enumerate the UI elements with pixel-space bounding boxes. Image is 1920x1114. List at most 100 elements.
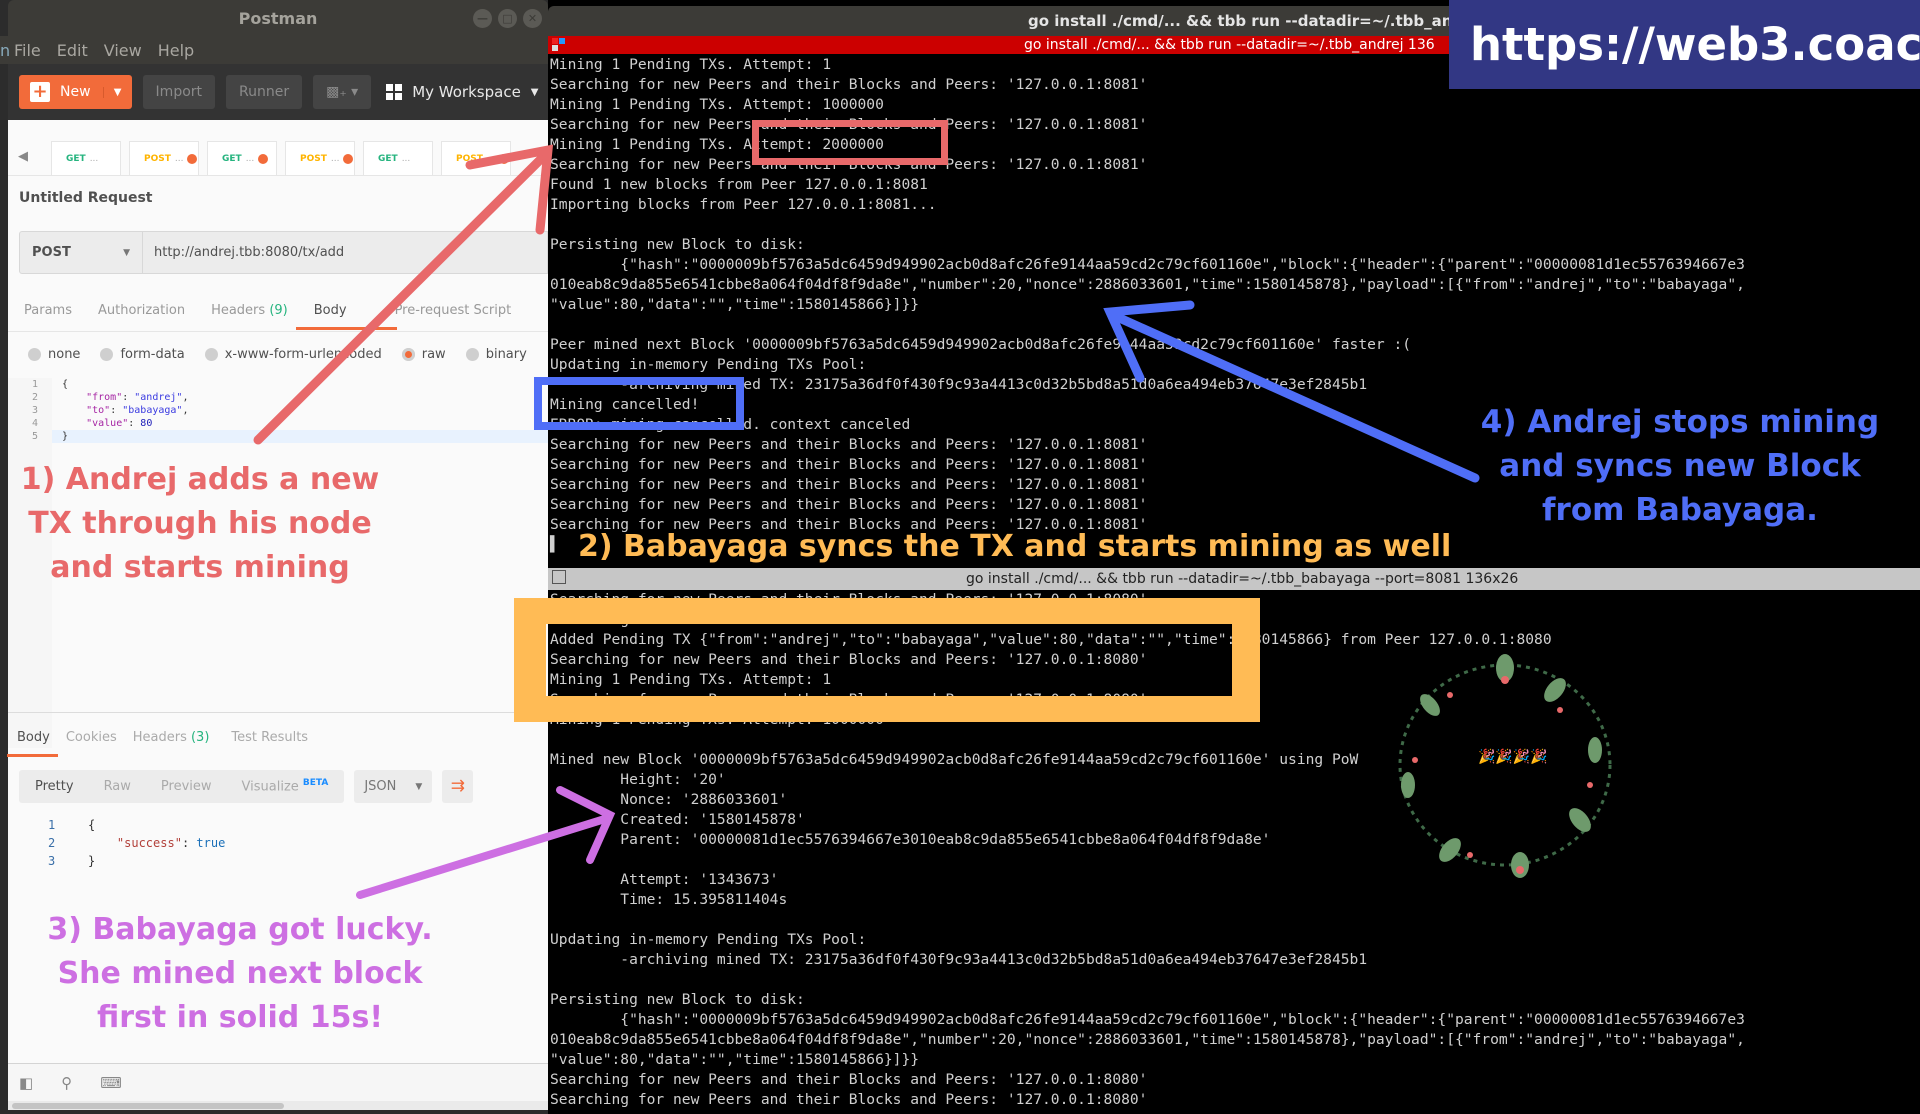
- postman-titlebar: Postman — □ ✕: [8, 0, 548, 36]
- request-tab[interactable]: GET...: [363, 141, 433, 175]
- terminal-line: {"hash":"0000009bf5763a5dc6459d949902acb…: [550, 1011, 1745, 1028]
- menu-view[interactable]: View: [104, 41, 142, 60]
- headers-count: (9): [269, 303, 288, 318]
- tab-headers[interactable]: Headers (9): [211, 303, 288, 318]
- terminal-line: 010eab8c9da855e6541cbbe8a064f04df8f9da8e…: [550, 1031, 1745, 1048]
- party-emoji: 🎉🎉🎉🎉:: [1478, 749, 1553, 765]
- terminal-line: Persisting new Block to disk:: [550, 236, 805, 253]
- resp-tab-test-results[interactable]: Test Results: [231, 730, 308, 745]
- tab-authorization[interactable]: Authorization: [98, 303, 185, 318]
- resp-tab-body[interactable]: Body: [7, 730, 58, 757]
- terminal-line: Found 1 new blocks from Peer 127.0.0.1:8…: [550, 176, 928, 193]
- terminal-line: Time: 15.395811404s: [550, 891, 788, 908]
- status-bar: ◧ ⚲ ⌨: [8, 1063, 548, 1101]
- radio-binary[interactable]: binary: [465, 347, 527, 362]
- url-input[interactable]: http://andrej.tbb:8080/tx/add: [143, 232, 344, 273]
- tab-method: GET: [378, 153, 398, 164]
- tab-method: GET: [66, 153, 86, 164]
- tab-title: go install ./cmd/... && tbb run --datadi…: [966, 571, 1519, 587]
- unsaved-dot-icon: [258, 153, 269, 164]
- terminal-tab-babayaga[interactable]: go install ./cmd/... && tbb run --datadi…: [548, 568, 1920, 590]
- format-value: JSON: [364, 779, 397, 794]
- search-icon[interactable]: ⚲: [61, 1074, 72, 1092]
- body-mode-radios: none form-data x-www-form-urlencoded raw…: [28, 347, 527, 362]
- chevron-down-icon: ▼: [530, 86, 539, 98]
- annotation-step3: 3) Babayaga got lucky. She mined next bl…: [47, 912, 433, 1035]
- window-controls: — □ ✕: [473, 9, 542, 28]
- import-button[interactable]: Import: [142, 75, 216, 109]
- unsaved-dot-icon: [187, 153, 198, 164]
- request-tab[interactable]: POST...: [285, 141, 355, 175]
- format-select[interactable]: JSON ▼: [354, 770, 433, 803]
- menu-file[interactable]: File: [14, 41, 41, 60]
- radio-none[interactable]: none: [28, 347, 80, 362]
- maximize-icon[interactable]: □: [498, 9, 517, 28]
- radio-urlencoded[interactable]: x-www-form-urlencoded: [204, 347, 382, 362]
- brand-banner[interactable]: https://web3.coach: [1449, 0, 1920, 89]
- wreath-decoration: [1398, 654, 1612, 878]
- runner-button[interactable]: Runner: [226, 75, 303, 109]
- request-body-editor[interactable]: 1 2 3 4 5 { "from": "andrej", "to": "bab…: [8, 378, 548, 748]
- new-window-icon: ▩₊ ▾: [326, 84, 359, 100]
- menu-bar: n File Edit View Help: [0, 36, 548, 64]
- terminal-line: Searching for new Peers and their Blocks…: [550, 116, 1148, 133]
- chevron-down-icon[interactable]: ▼: [102, 86, 132, 98]
- horizontal-scrollbar[interactable]: [8, 1101, 548, 1110]
- menu-edit[interactable]: Edit: [57, 41, 88, 60]
- view-pretty[interactable]: Pretty: [35, 779, 74, 794]
- view-raw[interactable]: Raw: [104, 779, 131, 794]
- tab-method: POST: [144, 153, 171, 164]
- resp-tab-cookies[interactable]: Cookies: [66, 730, 117, 745]
- grid-icon: [386, 84, 403, 100]
- radio-form-data[interactable]: form-data: [100, 347, 185, 362]
- request-tab[interactable]: POST...: [129, 141, 199, 175]
- new-window-button[interactable]: ▩₊ ▾: [313, 75, 372, 109]
- tab-title: go install ./cmd/... && tbb run --datadi…: [1024, 37, 1435, 53]
- method-select[interactable]: POST ▼: [20, 232, 143, 273]
- terminal-line: Persisting new Block to disk:: [550, 991, 805, 1008]
- chevron-left-icon[interactable]: ◀: [18, 139, 43, 175]
- minimize-icon[interactable]: —: [473, 9, 492, 28]
- highlight-box-babayaga-sync: [514, 598, 1260, 722]
- request-tabs: ◀ GET... POST... GET... POST... GET... P…: [8, 140, 548, 176]
- menu-help[interactable]: Help: [158, 41, 194, 60]
- terminator-icon: [552, 38, 566, 52]
- terminal-line: Updating in-memory Pending TXs Pool:: [550, 356, 867, 373]
- terminal-line: 010eab8c9da855e6541cbbe8a064f04df8f9da8e…: [550, 276, 1745, 293]
- request-tab[interactable]: GET...: [207, 141, 277, 175]
- tab-method: GET: [222, 153, 242, 164]
- tab-params[interactable]: Params: [24, 303, 72, 318]
- visualize-label: Visualize: [241, 779, 299, 795]
- radio-label: form-data: [120, 347, 185, 362]
- radio-raw[interactable]: raw: [401, 347, 446, 362]
- view-visualize[interactable]: Visualize BETA: [242, 778, 329, 794]
- new-button[interactable]: + New ▼: [19, 75, 132, 109]
- tab-prerequest-script[interactable]: Pre-request Script: [395, 303, 512, 318]
- terminal-line: Updating in-memory Pending TXs Pool:: [550, 931, 867, 948]
- terminal-line: Importing blocks from Peer 127.0.0.1:808…: [550, 196, 937, 213]
- console-icon[interactable]: ⌨: [100, 1074, 122, 1092]
- wrap-lines-button[interactable]: ⇉: [442, 770, 474, 803]
- radio-label: raw: [421, 347, 446, 362]
- wrap-icon: ⇉: [450, 776, 465, 796]
- resp-headers-label: Headers: [132, 730, 187, 745]
- close-icon[interactable]: ✕: [523, 9, 542, 28]
- terminator-icon: [552, 570, 566, 584]
- request-tab[interactable]: GET...: [51, 141, 121, 175]
- terminal-line: Searching for new Peers and their Blocks…: [550, 1071, 1148, 1088]
- resp-tab-headers[interactable]: Headers (3): [133, 730, 210, 745]
- request-title[interactable]: Untitled Request: [19, 190, 153, 206]
- annotation-step1: 1) Andrej adds a new TX through his node…: [20, 462, 380, 585]
- request-tab[interactable]: POST...: [441, 141, 511, 175]
- workspace-selector[interactable]: My Workspace ▼: [386, 83, 539, 101]
- scroll-thumb[interactable]: [12, 1103, 284, 1109]
- response-divider[interactable]: [8, 712, 548, 713]
- resp-headers-count: (3): [190, 730, 210, 745]
- sidebar-toggle-icon[interactable]: ◧: [19, 1074, 33, 1092]
- menu-edge-letter: n: [0, 40, 11, 60]
- unsaved-dot-icon: [343, 153, 354, 164]
- tab-body[interactable]: Body: [295, 303, 397, 330]
- view-preview[interactable]: Preview: [161, 779, 212, 794]
